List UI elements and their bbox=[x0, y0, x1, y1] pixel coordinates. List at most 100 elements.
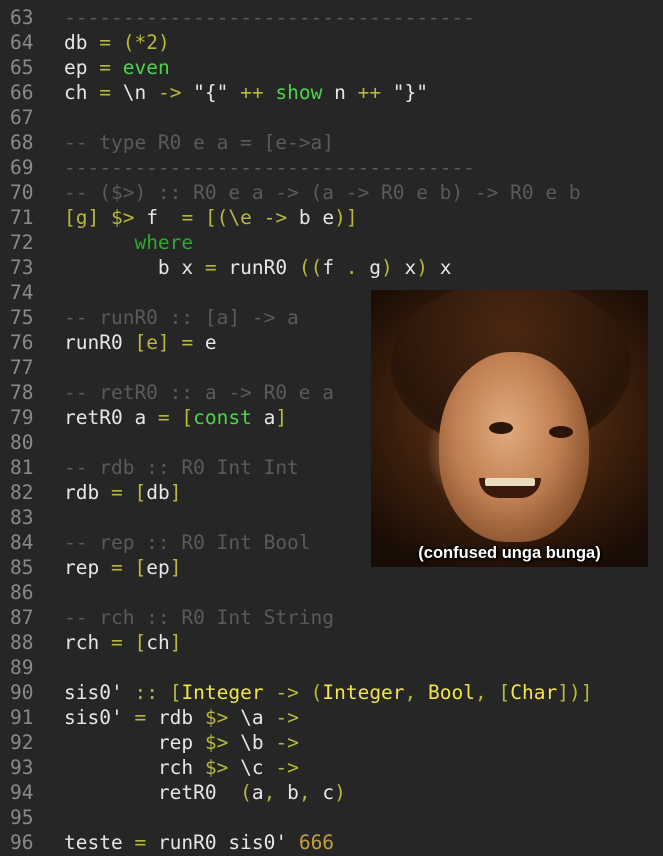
code-text[interactable]: runR0 [e] = e bbox=[64, 330, 217, 355]
code-text[interactable]: rdb = [db] bbox=[64, 480, 181, 505]
code-text[interactable]: rep $> \b -> bbox=[64, 730, 299, 755]
code-text[interactable]: -- rch :: R0 Int String bbox=[64, 605, 334, 630]
code-text[interactable]: db = (*2) bbox=[64, 30, 170, 55]
code-text[interactable]: ----------------------------------- bbox=[64, 5, 475, 30]
code-line[interactable]: 96 teste = runR0 sis0' 666 bbox=[0, 830, 663, 855]
code-text[interactable]: retR0 a = [const a] bbox=[64, 405, 287, 430]
code-token: Char bbox=[510, 681, 558, 704]
code-token: ep bbox=[64, 56, 100, 79]
line-number: 81 bbox=[10, 456, 34, 479]
code-text[interactable]: ep = even bbox=[64, 55, 170, 80]
code-token: e bbox=[193, 331, 217, 354]
code-token: = bbox=[99, 31, 111, 54]
code-token: x bbox=[428, 256, 452, 279]
code-text[interactable]: -- runR0 :: [a] -> a bbox=[64, 305, 299, 330]
code-token: $> bbox=[204, 756, 229, 779]
code-line[interactable]: 88 rch = [ch] bbox=[0, 630, 663, 655]
code-line[interactable]: 95 bbox=[0, 805, 663, 830]
code-token: (( bbox=[298, 256, 323, 279]
code-token: -- rch :: R0 Int String bbox=[64, 606, 335, 629]
code-token: \a bbox=[228, 706, 276, 729]
code-line[interactable]: 70 -- ($>) :: R0 e a -> (a -> R0 e b) -> … bbox=[0, 180, 663, 205]
code-text[interactable]: b x = runR0 ((f . g) x) x bbox=[64, 255, 452, 280]
code-line[interactable]: 92 rep $> \b -> bbox=[0, 730, 663, 755]
code-text[interactable]: [g] $> f = [(\e -> b e)] bbox=[64, 205, 358, 230]
code-token: = bbox=[157, 406, 170, 429]
code-token: [e] bbox=[134, 331, 170, 354]
code-text[interactable]: rep = [ep] bbox=[64, 555, 181, 580]
code-token: a bbox=[251, 406, 276, 429]
code-text[interactable]: -- ($>) :: R0 e a -> (a -> R0 e b) -> R0… bbox=[64, 180, 581, 205]
line-number: 68 bbox=[10, 131, 34, 154]
code-token: sis0' bbox=[64, 706, 135, 729]
line-number: 84 bbox=[10, 531, 34, 554]
code-line[interactable]: 67 bbox=[0, 105, 663, 130]
code-line[interactable]: 66 ch = \n -> "{" ++ show n ++ "}" bbox=[0, 80, 663, 105]
code-token: -> bbox=[157, 81, 182, 104]
code-token: ] bbox=[169, 631, 182, 654]
code-token: = bbox=[204, 256, 217, 279]
code-token: rep bbox=[64, 556, 111, 579]
code-token: even bbox=[122, 56, 170, 79]
line-number: 72 bbox=[10, 231, 34, 254]
code-token: db bbox=[64, 31, 100, 54]
code-line[interactable]: 64 db = (*2) bbox=[0, 30, 663, 55]
code-line[interactable]: 89 bbox=[0, 655, 663, 680]
code-line[interactable]: 86 bbox=[0, 580, 663, 605]
code-token: , bbox=[298, 781, 311, 804]
meme-left-eye bbox=[489, 422, 513, 434]
code-token: $> bbox=[204, 706, 229, 729]
code-text[interactable]: where bbox=[64, 230, 193, 255]
line-number: 79 bbox=[10, 406, 34, 429]
code-line[interactable]: 65 ep = even bbox=[0, 55, 663, 80]
code-line[interactable]: 72 where bbox=[0, 230, 663, 255]
code-token: b bbox=[275, 781, 299, 804]
code-line[interactable]: 68 -- type R0 e a = [e->a] bbox=[0, 130, 663, 155]
line-number: 87 bbox=[10, 606, 34, 629]
code-text[interactable]: retR0 (a, b, c) bbox=[64, 780, 346, 805]
code-token: b e bbox=[287, 206, 335, 229]
meme-teeth bbox=[485, 478, 535, 486]
code-token: ) bbox=[381, 256, 393, 279]
code-line[interactable]: 71 [g] $> f = [(\e -> b e)] bbox=[0, 205, 663, 230]
code-token: = bbox=[181, 206, 194, 229]
code-token: ++ bbox=[357, 81, 382, 104]
code-token: ++ bbox=[240, 81, 264, 104]
code-text[interactable]: sis0' = rdb $> \a -> bbox=[64, 705, 299, 730]
line-number: 76 bbox=[10, 331, 34, 354]
code-token: (*2) bbox=[122, 31, 170, 54]
code-token: Bool bbox=[428, 681, 476, 704]
code-line[interactable]: 94 retR0 (a, b, c) bbox=[0, 780, 663, 805]
code-line[interactable]: 69 ----------------------------------- bbox=[0, 155, 663, 180]
code-line[interactable]: 93 rch $> \c -> bbox=[0, 755, 663, 780]
line-number: 90 bbox=[10, 681, 34, 704]
code-line[interactable]: 87 -- rch :: R0 Int String bbox=[0, 605, 663, 630]
code-text[interactable]: rch $> \c -> bbox=[64, 755, 299, 780]
code-text[interactable]: sis0' :: [Integer -> (Integer, Bool, [Ch… bbox=[64, 680, 592, 705]
code-token: rdb bbox=[146, 706, 205, 729]
code-line[interactable]: 90 sis0' :: [Integer -> (Integer, Bool, [… bbox=[0, 680, 663, 705]
code-text[interactable]: ch = \n -> "{" ++ show n ++ "}" bbox=[64, 80, 428, 105]
code-line[interactable]: 73 b x = runR0 ((f . g) x) x bbox=[0, 255, 663, 280]
code-text[interactable]: teste = runR0 sis0' 666 bbox=[64, 830, 334, 855]
code-text[interactable]: -- rep :: R0 Int Bool bbox=[64, 530, 311, 555]
code-text[interactable]: rch = [ch] bbox=[64, 630, 181, 655]
line-number: 93 bbox=[10, 756, 34, 779]
line-number: 96 bbox=[10, 831, 34, 854]
code-token: runR0 bbox=[64, 331, 135, 354]
code-token: \c bbox=[228, 756, 276, 779]
code-token: [ bbox=[134, 481, 147, 504]
meme-face bbox=[439, 352, 589, 542]
line-number: 75 bbox=[10, 306, 34, 329]
code-text[interactable]: -- rdb :: R0 Int Int bbox=[64, 455, 299, 480]
code-line[interactable]: 91 sis0' = rdb $> \a -> bbox=[0, 705, 663, 730]
code-token: retR0 a bbox=[64, 406, 158, 429]
code-text[interactable]: -- retR0 :: a -> R0 e a bbox=[64, 380, 334, 405]
code-text[interactable]: ----------------------------------- bbox=[64, 155, 475, 180]
code-text[interactable]: -- type R0 e a = [e->a] bbox=[64, 130, 334, 155]
code-line[interactable]: 63 ----------------------------------- bbox=[0, 5, 663, 30]
